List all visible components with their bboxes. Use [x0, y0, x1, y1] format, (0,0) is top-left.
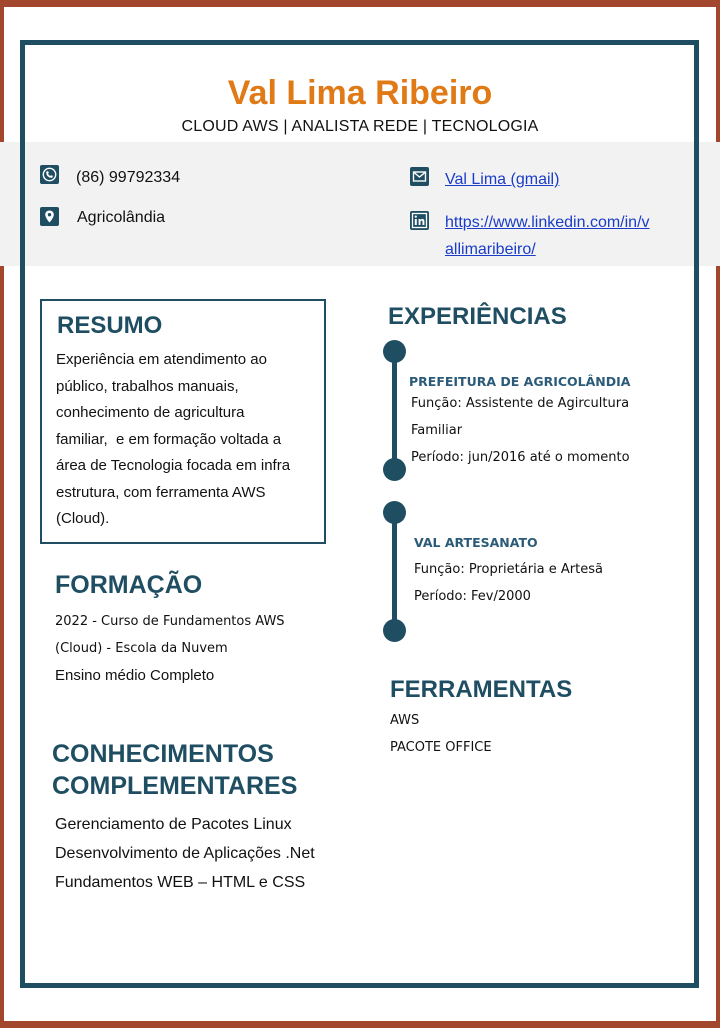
- summary-line: conhecimento de agricultura: [56, 404, 245, 421]
- experience-role: Função: Assistente de Agircultura: [411, 396, 630, 411]
- summary-text: Experiência em atendimento ao público, t…: [56, 347, 290, 533]
- location-icon: [40, 207, 59, 226]
- city: Agricolândia: [77, 209, 166, 226]
- skill-item: Desenvolvimento de Aplicações .Net: [55, 845, 315, 862]
- candidate-name: Val Lima Ribeiro: [227, 74, 493, 112]
- experience-period: Período: jun/2016 até o momento: [411, 450, 630, 465]
- experience-role: Familiar: [411, 423, 463, 438]
- linkedin-url-line1: https://www.linkedin.com/in/v: [445, 214, 650, 231]
- summary-line: Experiência em atendimento ao: [56, 351, 267, 368]
- email-link[interactable]: Val Lima (gmail): [445, 166, 559, 193]
- timeline-line: [392, 352, 397, 470]
- course-line: (Cloud) - Escola da Nuvem: [55, 641, 228, 656]
- skills-title-line: COMPLEMENTARES: [52, 772, 298, 800]
- skill-item: Gerenciamento de Pacotes Linux: [55, 816, 292, 833]
- education-course: 2022 - Curso de Fundamentos AWS (Cloud) …: [55, 608, 285, 662]
- experience-details: Função: Proprietária e Artesã Período: F…: [414, 556, 603, 610]
- summary-line: área de Tecnologia focada em infra: [56, 457, 291, 474]
- phone-icon: [40, 165, 59, 184]
- timeline-line: [392, 513, 397, 631]
- summary-line: estrutura, com ferramenta AWS: [56, 483, 266, 501]
- summary-line: (Cloud).: [56, 510, 110, 527]
- timeline-dot: [383, 458, 406, 481]
- summary-line: familiar, e em formação voltada a: [56, 430, 282, 448]
- headline: CLOUD AWS | ANALISTA REDE | TECNOLOGIA: [181, 118, 539, 135]
- tool-item: PACOTE OFFICE: [390, 740, 492, 755]
- linkedin-url-line2: allimaribeiro/: [445, 241, 536, 258]
- tools-title: FERRAMENTAS: [390, 676, 573, 703]
- experience-company: PREFEITURA DE AGRICOLÂNDIA: [409, 374, 631, 389]
- email-icon: [410, 167, 429, 186]
- tools-list: AWS PACOTE OFFICE: [390, 707, 492, 761]
- experience-company: VAL ARTESANATO: [414, 535, 538, 550]
- phone-number: (86) 99792334: [76, 169, 181, 186]
- skill-item: Fundamentos WEB – HTML e CSS: [55, 874, 306, 891]
- experience-role: Função: Proprietária e Artesã: [414, 562, 603, 577]
- education-title: FORMAÇÃO: [55, 571, 203, 599]
- experience-period: Período: Fev/2000: [414, 589, 531, 604]
- timeline-dot: [383, 619, 406, 642]
- summary-line: público, trabalhos manuais,: [56, 377, 239, 395]
- experience-title: EXPERIÊNCIAS: [388, 303, 567, 330]
- skills-title: CONHECIMENTOS COMPLEMENTARES: [52, 738, 297, 802]
- skills-list: Gerenciamento de Pacotes Linux Desenvolv…: [55, 810, 315, 897]
- experience-details: Função: Assistente de Agircultura Famili…: [411, 390, 630, 471]
- linkedin-icon: [410, 211, 429, 230]
- timeline-dot: [383, 340, 406, 363]
- timeline-dot: [383, 501, 406, 524]
- linkedin-link[interactable]: https://www.linkedin.com/in/v allimaribe…: [445, 209, 650, 263]
- education-school: Ensino médio Completo: [55, 667, 215, 684]
- tool-item: AWS: [390, 713, 420, 728]
- course-line: 2022 - Curso de Fundamentos AWS: [55, 614, 285, 629]
- summary-title: RESUMO: [57, 312, 163, 339]
- skills-title-line: CONHECIMENTOS: [52, 740, 274, 768]
